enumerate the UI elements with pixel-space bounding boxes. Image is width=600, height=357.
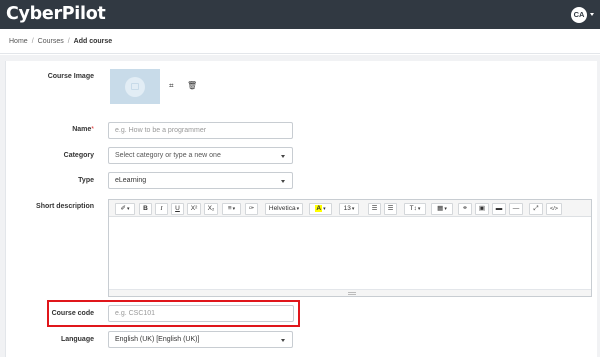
top-navbar: CyberPilot CA: [0, 0, 600, 29]
link-button[interactable]: ⚭: [458, 203, 472, 215]
eraser-button[interactable]: ✑: [245, 203, 258, 215]
ordered-list-button[interactable]: ☰: [384, 203, 397, 215]
app-logo[interactable]: CyberPilot: [6, 4, 106, 24]
align-icon: ≡: [227, 205, 232, 212]
unordered-list-icon: ☰: [371, 205, 378, 212]
course-image-label: Course Image: [47, 73, 94, 80]
course-code-highlight-box: [47, 300, 300, 327]
horizontal-rule-icon: —: [512, 205, 520, 212]
short-description-textarea[interactable]: [109, 217, 591, 289]
underline-button[interactable]: U: [171, 203, 184, 215]
font-color-icon: A: [315, 205, 323, 212]
superscript-button[interactable]: X²: [187, 203, 201, 215]
category-select[interactable]: Select category or type a new one: [108, 147, 293, 164]
trash-icon[interactable]: 🗑: [187, 82, 197, 90]
video-button[interactable]: ▬: [492, 203, 506, 215]
language-label: Language: [60, 336, 94, 343]
name-label: Name*: [72, 126, 94, 133]
eraser-icon: ✑: [248, 205, 255, 212]
chevron-down-icon: [281, 179, 285, 183]
video-icon: ▬: [495, 205, 503, 212]
picture-button[interactable]: ▣: [475, 203, 489, 215]
align-dropdown[interactable]: ≡▾: [222, 203, 241, 215]
image-placeholder-icon: [125, 77, 145, 97]
italic-button[interactable]: I: [155, 203, 168, 215]
breadcrumb-home-link[interactable]: Home: [9, 38, 28, 45]
breadcrumb-current: Add course: [73, 37, 113, 45]
style-dropdown[interactable]: ✐▾: [115, 203, 135, 215]
resize-grip-icon: [348, 292, 356, 295]
chevron-down-icon: [281, 154, 285, 158]
font-name-dropdown[interactable]: Helvetica▾: [265, 203, 303, 215]
short-description-editor: ✐▾ B I U X² X₂ ≡▾ ✑ Helvetica▾ A ▾ 13▾ ☰ …: [108, 199, 592, 297]
table-dropdown[interactable]: ▦▾: [431, 203, 453, 215]
link-icon: ⚭: [462, 205, 468, 212]
crop-icon[interactable]: ⌗: [169, 82, 174, 90]
color-dropdown[interactable]: A ▾: [309, 203, 332, 215]
type-label: Type: [78, 177, 94, 184]
subscript-button[interactable]: X₂: [204, 203, 218, 215]
breadcrumb-separator: /: [67, 37, 70, 45]
line-height-icon: T↕: [409, 205, 417, 212]
breadcrumb-separator: /: [31, 37, 34, 45]
bold-button[interactable]: B: [139, 203, 152, 215]
breadcrumb: Home / Courses / Add course: [0, 29, 600, 54]
ordered-list-icon: ☰: [387, 205, 394, 212]
language-select-value: English (UK) [English (UK)]: [115, 336, 200, 343]
table-icon: ▦: [437, 205, 444, 212]
editor-resize-handle[interactable]: [109, 289, 591, 296]
horizontal-rule-button[interactable]: —: [509, 203, 523, 215]
course-image-placeholder[interactable]: [110, 69, 160, 104]
font-size-dropdown[interactable]: 13▾: [339, 203, 359, 215]
type-select[interactable]: eLearning: [108, 172, 293, 189]
language-select[interactable]: English (UK) [English (UK)]: [108, 331, 293, 348]
user-avatar[interactable]: CA: [571, 7, 587, 23]
avatar-dropdown-icon[interactable]: [590, 13, 594, 16]
line-height-dropdown[interactable]: T↕▾: [404, 203, 426, 215]
magic-wand-icon: ✐: [120, 205, 126, 212]
unordered-list-button[interactable]: ☰: [368, 203, 381, 215]
category-label: Category: [63, 152, 94, 159]
fullscreen-button[interactable]: ⤢: [529, 203, 543, 215]
short-description-label: Short description: [36, 203, 94, 210]
picture-icon: ▣: [478, 205, 486, 212]
code-view-button[interactable]: </>: [546, 203, 562, 215]
breadcrumb-courses-link[interactable]: Courses: [38, 38, 64, 45]
name-input[interactable]: e.g. How to be a programmer: [108, 122, 293, 139]
code-icon: </>: [550, 206, 558, 212]
chevron-down-icon: [281, 338, 285, 342]
editor-toolbar: ✐▾ B I U X² X₂ ≡▾ ✑ Helvetica▾ A ▾ 13▾ ☰ …: [109, 200, 591, 217]
fullscreen-icon: ⤢: [533, 205, 539, 212]
category-select-value: Select category or type a new one: [115, 152, 221, 159]
type-select-value: eLearning: [115, 177, 147, 184]
